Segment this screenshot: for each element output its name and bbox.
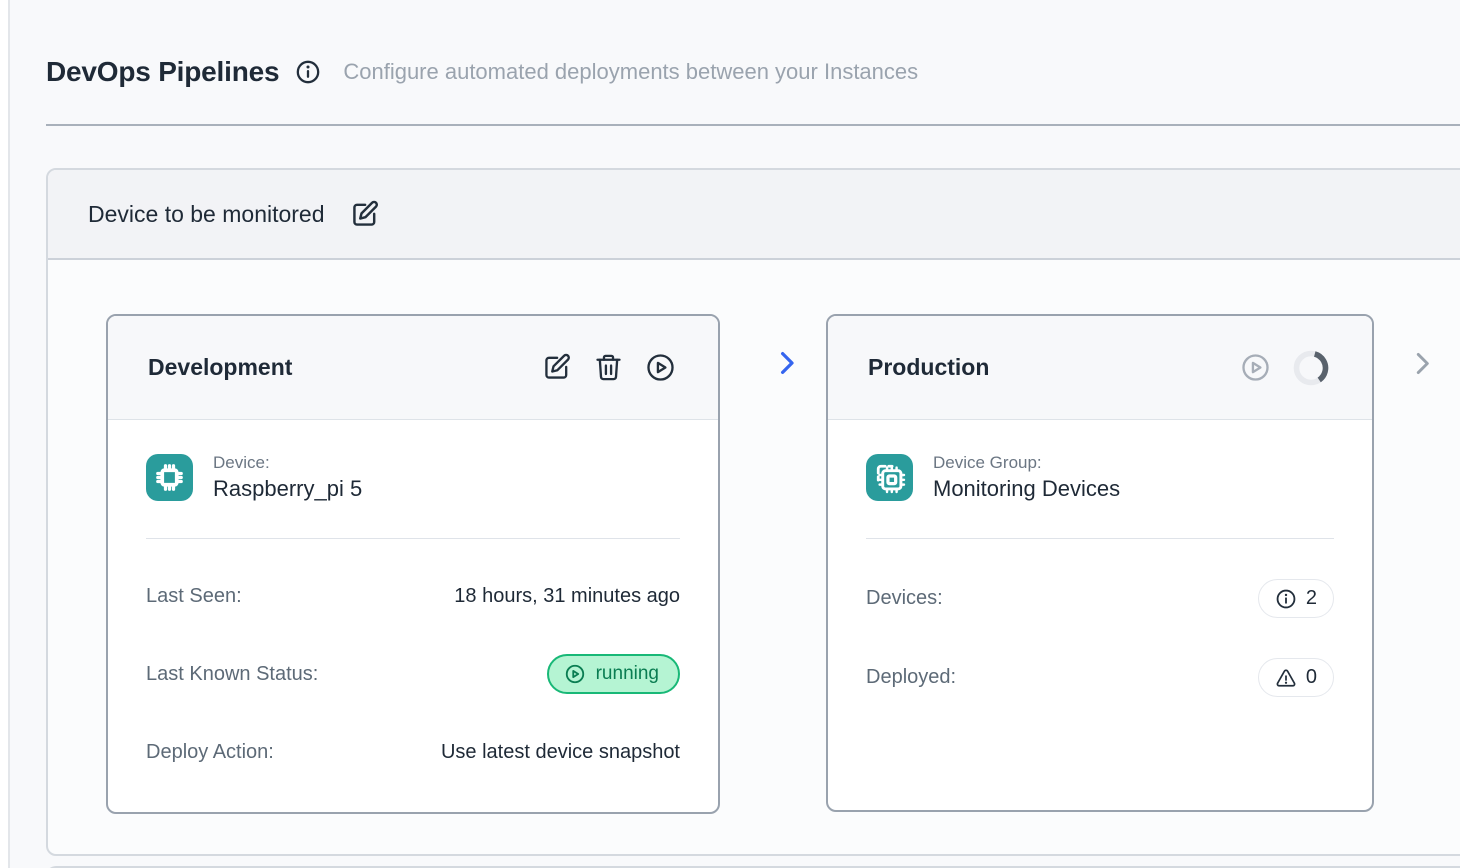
next-stage-chevron-icon[interactable] [1408, 349, 1437, 378]
pipeline-panel: Device to be monitored Development [46, 168, 1460, 856]
play-circle-icon [645, 352, 676, 383]
last-seen-value: 18 hours, 31 minutes ago [454, 585, 680, 608]
panel-title: Device to be monitored [88, 201, 325, 228]
card-divider [866, 538, 1334, 539]
device-identity-row: Device: Raspberry_pi 5 [146, 453, 680, 502]
production-card-header: Production [828, 316, 1372, 420]
last-seen-row: Last Seen: 18 hours, 31 minutes ago [146, 581, 680, 611]
status-badge-text: running [596, 663, 659, 685]
edit-stage-button[interactable] [541, 352, 572, 383]
devops-pipelines-view: DevOps Pipelines Configure automated dep… [8, 0, 1460, 868]
deployed-label: Deployed: [866, 666, 956, 689]
run-stage-button-disabled[interactable] [1240, 352, 1271, 383]
delete-stage-button[interactable] [593, 352, 624, 383]
deploy-action-label: Deploy Action: [146, 741, 274, 764]
deploy-action-value: Use latest device snapshot [441, 741, 680, 764]
device-identity-text: Device: Raspberry_pi 5 [213, 453, 362, 502]
devices-count-badge[interactable]: 2 [1258, 579, 1334, 618]
devices-row: Devices: 2 [866, 579, 1334, 618]
device-group-identity-row: Device Group: Monitoring Devices [866, 453, 1334, 502]
run-stage-button[interactable] [645, 352, 676, 383]
page-title: DevOps Pipelines [46, 56, 279, 88]
warning-triangle-icon [1275, 667, 1297, 689]
pipeline-panel-body: Development [48, 260, 1460, 854]
deployed-row: Deployed: 0 [866, 658, 1334, 697]
info-circle-icon [1275, 588, 1297, 610]
last-seen-label: Last Seen: [146, 585, 242, 608]
deploy-action-row: Deploy Action: Use latest device snapsho… [146, 737, 680, 767]
device-group-chip-icon [866, 454, 913, 501]
card-divider [146, 538, 680, 539]
device-group-label: Device Group: [933, 453, 1120, 473]
page-subtitle: Configure automated deployments between … [343, 59, 918, 85]
development-card-actions [541, 352, 676, 383]
pipeline-panel-header: Device to be monitored [48, 170, 1460, 260]
edit-square-icon [541, 352, 572, 383]
development-card-title: Development [148, 354, 292, 381]
trash-icon [593, 352, 624, 383]
device-group-name: Monitoring Devices [933, 476, 1120, 502]
production-card-title: Production [868, 354, 989, 381]
edit-square-icon [349, 199, 380, 230]
production-stage-card: Production [826, 314, 1374, 812]
device-label: Device: [213, 453, 362, 473]
device-group-identity-text: Device Group: Monitoring Devices [933, 453, 1120, 502]
play-circle-icon [1240, 352, 1271, 383]
device-chip-icon [146, 454, 193, 501]
development-details: Last Seen: 18 hours, 31 minutes ago Last… [146, 581, 680, 767]
status-badge: running [547, 654, 680, 694]
play-circle-icon [564, 663, 586, 685]
devices-count: 2 [1306, 587, 1317, 610]
device-name: Raspberry_pi 5 [213, 476, 362, 502]
deployed-count-badge[interactable]: 0 [1258, 658, 1334, 697]
header-divider [46, 124, 1460, 126]
pipeline-flow-arrow-icon [772, 348, 802, 378]
last-known-status-label: Last Known Status: [146, 663, 318, 686]
production-details: Devices: 2 Deployed: [866, 579, 1334, 697]
development-stage-card: Development [106, 314, 720, 814]
loading-spinner-icon [1292, 349, 1330, 387]
edit-monitored-device-button[interactable] [349, 199, 380, 230]
page-header: DevOps Pipelines Configure automated dep… [46, 56, 918, 88]
devices-label: Devices: [866, 587, 943, 610]
deployed-count: 0 [1306, 666, 1317, 689]
production-card-actions [1240, 349, 1330, 387]
info-icon[interactable] [295, 59, 321, 85]
last-known-status-row: Last Known Status: running [146, 654, 680, 694]
development-card-header: Development [108, 316, 718, 420]
